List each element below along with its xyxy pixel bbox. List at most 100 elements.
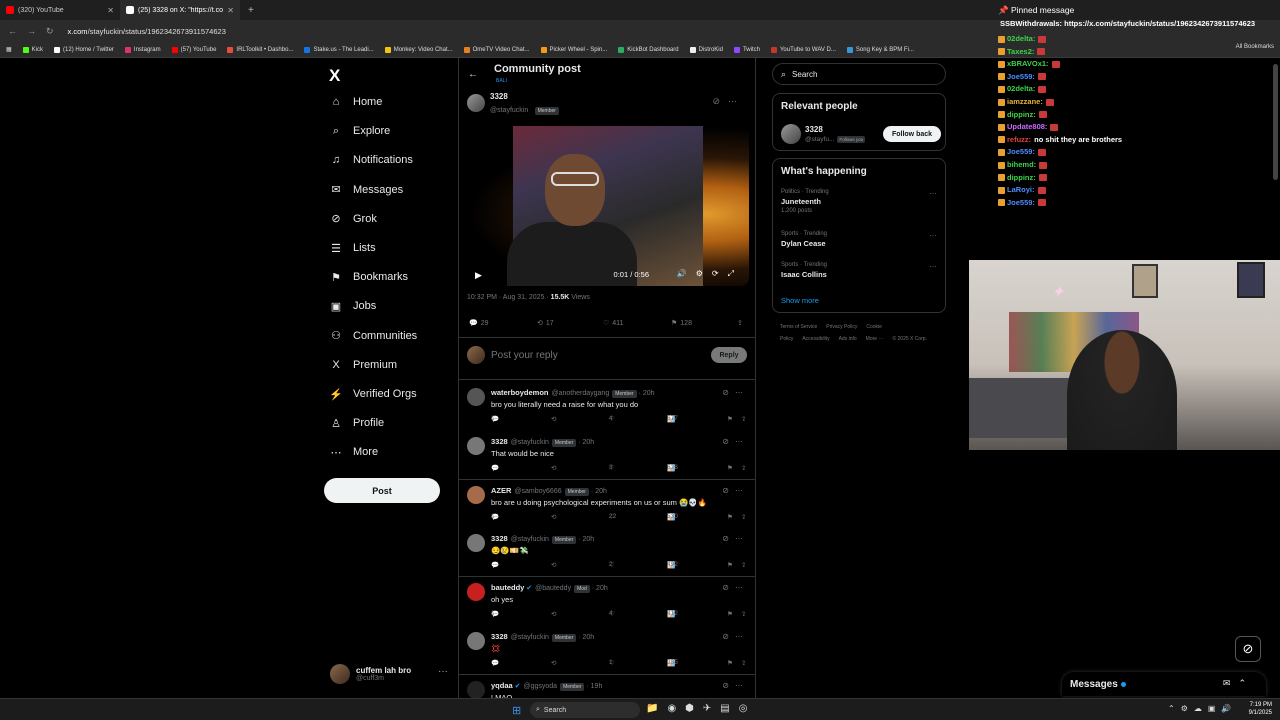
chat-username[interactable]: xBRAVOx1:: [1007, 59, 1049, 68]
reply-post[interactable]: 3328 @stayfuckin Member · 20h ⊘⋯ 😏😢💴💸 💬 ⟲ ♡ 2…: [459, 528, 755, 576]
share-icon[interactable]: ⇪: [741, 464, 746, 472]
more-dots-icon[interactable]: ···: [929, 231, 937, 240]
more-dots-icon[interactable]: ···: [929, 262, 937, 271]
bookmark-action[interactable]: ⚑ 128: [671, 319, 692, 328]
chat-username[interactable]: dippinz:: [1007, 110, 1036, 119]
messages-drawer[interactable]: Messages ✉⌃: [1062, 672, 1266, 696]
footer-link[interactable]: Terms of Service: [780, 324, 817, 330]
more-dots-icon[interactable]: ⊘⋯: [722, 388, 749, 397]
footer-link[interactable]: © 2025 X Corp.: [892, 336, 927, 342]
nav-item-communities[interactable]: ⚇ Communities: [330, 330, 417, 343]
chat-username[interactable]: Taxes2:: [1007, 47, 1034, 56]
community-name[interactable]: BALI: [496, 78, 507, 84]
follow-back-button[interactable]: Follow back: [883, 126, 941, 142]
footer-link[interactable]: Privacy Policy: [826, 324, 857, 330]
reply-post[interactable]: 3328 @stayfuckin Member · 20h ⊘⋯ That would …: [459, 431, 755, 479]
more-dots-icon[interactable]: ⊘⋯: [722, 437, 749, 446]
share-icon[interactable]: ⇪: [741, 415, 746, 423]
share-icon[interactable]: ⇪: [737, 319, 743, 327]
chat-username[interactable]: Joe559:: [1007, 72, 1035, 81]
avatar[interactable]: [467, 534, 485, 553]
bookmark-item[interactable]: IRLToolkit • Dashbo...: [227, 46, 293, 53]
bookmark-item[interactable]: (57) YouTube: [171, 46, 216, 53]
like-action[interactable]: ♡ 411: [603, 319, 623, 328]
reply-author-name[interactable]: AZER: [491, 486, 511, 495]
search-input[interactable]: [792, 69, 933, 79]
bookmark-item[interactable]: KickBot Dashboard: [618, 46, 679, 53]
bookmark-item[interactable]: Instagram: [124, 46, 161, 53]
chat-username[interactable]: refuzz:: [1007, 135, 1031, 144]
trend-item[interactable]: Politics · Trending Juneteenth 1,200 posts…: [781, 189, 941, 214]
reply-author-name[interactable]: 3328: [491, 632, 508, 641]
chat-username[interactable]: Update808:: [1007, 122, 1047, 131]
footer-link[interactable]: Accessibility: [802, 336, 829, 342]
relevant-person[interactable]: 3328 @stayfu... Follows you Follow back: [781, 124, 941, 146]
bookmark-item[interactable]: DistroKid: [689, 46, 723, 53]
chat-username[interactable]: LaRoyi:: [1007, 185, 1035, 194]
back-arrow-icon[interactable]: ←: [468, 69, 478, 80]
chat-username[interactable]: 02delta:: [1007, 34, 1035, 43]
avatar[interactable]: [467, 680, 485, 698]
browser-tab-x[interactable]: (25) 3328 on X: "https://t.co/9ik ✕: [120, 0, 240, 20]
browser-tab-youtube[interactable]: (320) YouTube ✕: [0, 0, 120, 20]
trend-item[interactable]: Sports · Trending Dylan Cease ···: [781, 231, 941, 248]
more-dots-icon[interactable]: ···: [438, 666, 448, 677]
bookmark-item[interactable]: OmeTV Video Chat...: [463, 46, 530, 53]
nav-item-bookmarks[interactable]: ⚑ Bookmarks: [330, 271, 408, 284]
chat-username[interactable]: dippinz:: [1007, 173, 1036, 182]
scrollbar[interactable]: [1273, 64, 1278, 180]
nav-item-lists[interactable]: ☰ Lists: [330, 242, 376, 255]
bookmark-icon[interactable]: ⚑: [727, 415, 733, 423]
bookmark-item[interactable]: (12) Home / Twitter: [54, 46, 114, 53]
compose-message-icon[interactable]: ✉⌃: [1223, 678, 1254, 689]
reply-author-name[interactable]: bauteddy: [491, 583, 524, 592]
avatar[interactable]: [467, 94, 485, 112]
reply-input[interactable]: [491, 349, 691, 361]
nav-item-notifications[interactable]: ♫ Notifications: [330, 154, 413, 166]
trend-item[interactable]: Sports · Trending Isaac Collins ···: [781, 262, 941, 279]
new-tab-button[interactable]: +: [240, 5, 262, 16]
bookmark-icon[interactable]: ⚑: [727, 464, 733, 472]
bookmark-item[interactable]: Song Key & BPM Fi...: [846, 46, 914, 53]
system-tray-icons[interactable]: ⌃⚙☁▣🔊: [1168, 704, 1237, 713]
share-icon[interactable]: ⇪: [741, 561, 746, 569]
bookmark-item[interactable]: Monkey: Video Chat...: [384, 46, 453, 53]
avatar[interactable]: [467, 436, 485, 455]
system-clock[interactable]: 7:19 PM 9/1/2025: [1249, 701, 1272, 717]
nav-item-verified-orgs[interactable]: ⚡ Verified Orgs: [329, 388, 416, 401]
bookmark-icon[interactable]: ⚑: [727, 561, 733, 569]
repost-action[interactable]: ⟲ 17: [537, 319, 554, 328]
post-button[interactable]: Post: [324, 478, 440, 503]
share-icon[interactable]: ⇪: [741, 610, 746, 618]
share-icon[interactable]: ⇪: [741, 513, 746, 521]
more-dots-icon[interactable]: ⊘⋯: [722, 486, 749, 495]
nav-item-jobs[interactable]: ▣ Jobs: [330, 300, 376, 313]
chat-username[interactable]: Joe559:: [1007, 147, 1035, 156]
back-arrow-icon[interactable]: ←: [8, 26, 17, 36]
account-switcher[interactable]: cuffem lah bro @cuff3m ···: [330, 662, 450, 686]
avatar[interactable]: [467, 632, 485, 650]
bookmark-icon[interactable]: ⚑: [727, 513, 733, 521]
reload-icon[interactable]: ↻: [46, 26, 54, 37]
taskbar-app-icons[interactable]: 📁◉⬢✈▤◎: [646, 703, 756, 714]
avatar[interactable]: [467, 388, 485, 406]
reply-author-name[interactable]: 3328: [491, 437, 508, 446]
reply-post[interactable]: yqdaa ✔@ggsyodaMember · 19h⊘⋯LMAO💬 ⟲ ♡ 📊…: [459, 675, 755, 698]
share-icon[interactable]: ⇪: [741, 659, 746, 667]
footer-link[interactable]: More ···: [866, 336, 884, 342]
video-player[interactable]: ▶ 0:01 / 0:56 🔊⚙⟳⤢: [467, 126, 749, 286]
chat-username[interactable]: bihemd:: [1007, 160, 1036, 169]
chat-username[interactable]: 02delta:: [1007, 84, 1035, 93]
windows-start-icon[interactable]: ⊞: [512, 704, 521, 717]
reply-author-name[interactable]: 3328: [491, 534, 508, 543]
bookmark-item[interactable]: Picker Wheel - Spin...: [540, 46, 607, 53]
more-dots-icon[interactable]: ···: [929, 189, 937, 198]
volume-icon[interactable]: 🔊⚙⟳⤢: [677, 269, 743, 279]
nav-item-profile[interactable]: ♙ Profile: [330, 417, 384, 430]
chat-username[interactable]: Joe559:: [1007, 198, 1035, 207]
bookmark-item[interactable]: Kick: [22, 46, 43, 53]
nav-item-premium[interactable]: X Premium: [330, 359, 397, 371]
reply-post[interactable]: bauteddy ✔ @bauteddy Mod · 20h ⊘⋯ oh yes 💬 1 ⟲…: [459, 577, 755, 625]
bookmark-item[interactable]: Stake.us - The Leadi...: [304, 46, 374, 53]
more-dots-icon[interactable]: ⊘⋯: [722, 534, 749, 543]
